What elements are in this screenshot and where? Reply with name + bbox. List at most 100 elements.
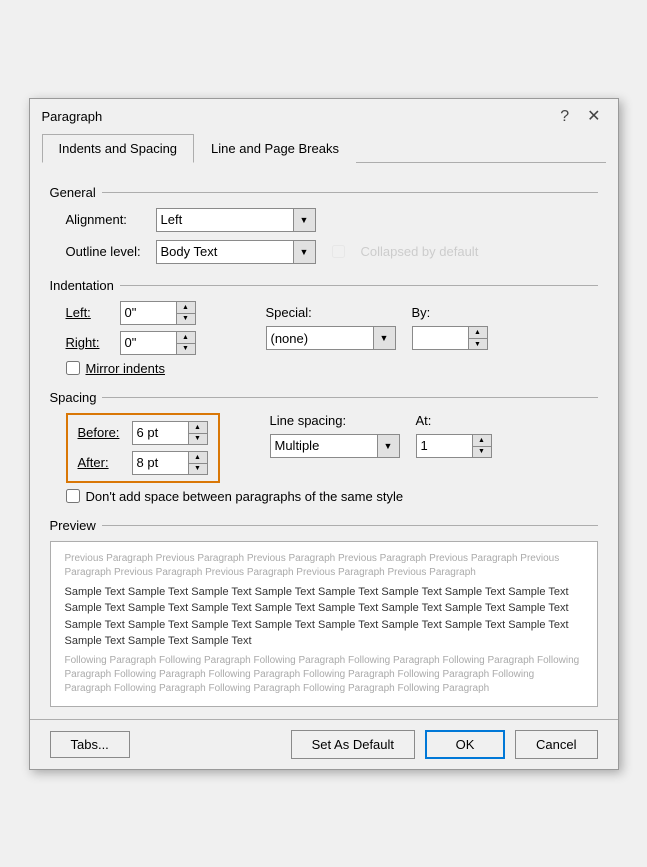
at-up[interactable]: ▲ (473, 435, 491, 446)
outline-label: Outline level: (66, 244, 156, 259)
after-label: After: (78, 455, 124, 470)
dont-add-space-row: Don't add space between paragraphs of th… (50, 489, 598, 504)
before-row: Before: 6 pt ▲ ▼ (78, 421, 208, 445)
preview-section-header: Preview (50, 518, 598, 533)
indent-right-label: Right: (66, 335, 112, 350)
tab-indents-spacing[interactable]: Indents and Spacing (42, 134, 195, 163)
indentation-section-header: Indentation (50, 278, 598, 293)
title-bar-controls: ? ✕ (555, 107, 605, 127)
preview-box: Previous Paragraph Previous Paragraph Pr… (50, 541, 598, 707)
after-input[interactable]: 8 pt (133, 452, 188, 474)
at-spin[interactable]: 1 ▲ ▼ (416, 434, 492, 458)
before-after-group: Before: 6 pt ▲ ▼ After: (66, 413, 220, 483)
mirror-indents-row: Mirror indents (50, 361, 598, 376)
line-spacing-group: Line spacing: Multiple ▼ At: 1 (270, 413, 492, 458)
before-after-fields: Before: 6 pt ▲ ▼ After: (78, 421, 208, 475)
outline-chevron-icon: ▼ (293, 241, 315, 263)
before-input[interactable]: 6 pt (133, 422, 188, 444)
line-spacing-dropdown[interactable]: Multiple ▼ (270, 434, 400, 458)
title-bar: Paragraph ? ✕ (30, 99, 618, 133)
by-label: By: (412, 305, 488, 320)
alignment-label: Alignment: (66, 212, 156, 227)
outline-level-row: Outline level: Body Text ▼ Collapsed by … (50, 240, 598, 264)
collapsed-label: Collapsed by default (361, 244, 479, 259)
line-spacing-col: Line spacing: Multiple ▼ (270, 413, 400, 458)
after-spin[interactable]: 8 pt ▲ ▼ (132, 451, 208, 475)
after-spinbtns: ▲ ▼ (188, 452, 207, 474)
by-up[interactable]: ▲ (469, 327, 487, 338)
collapsed-checkbox[interactable] (332, 245, 345, 258)
dont-add-space-checkbox[interactable] (66, 489, 80, 503)
outline-select[interactable]: Body Text (157, 241, 295, 263)
by-spinbtns: ▲ ▼ (468, 327, 487, 349)
spacing-section-header: Spacing (50, 390, 598, 405)
special-chevron-icon: ▼ (373, 327, 395, 349)
special-dropdown[interactable]: (none) ▼ (266, 326, 396, 350)
indent-right-input[interactable]: 0" (121, 332, 176, 354)
ok-button[interactable]: OK (425, 730, 505, 759)
indent-right-up[interactable]: ▲ (177, 332, 195, 343)
indent-left-up[interactable]: ▲ (177, 302, 195, 313)
indent-left-spin[interactable]: 0" ▲ ▼ (120, 301, 196, 325)
indent-right-spin[interactable]: 0" ▲ ▼ (120, 331, 196, 355)
indent-left-right-row: Left: 0" ▲ ▼ Right: (50, 301, 598, 355)
preview-following-text: Following Paragraph Following Paragraph … (65, 654, 583, 696)
tabs-button[interactable]: Tabs... (50, 731, 130, 758)
indent-right-down[interactable]: ▼ (177, 343, 195, 354)
preview-previous-text: Previous Paragraph Previous Paragraph Pr… (65, 552, 583, 580)
dialog-content: General Alignment: Left ▼ Outline level: (30, 163, 618, 719)
at-down[interactable]: ▼ (473, 446, 491, 457)
by-col: By: ▲ ▼ (412, 305, 488, 350)
at-spinbtns: ▲ ▼ (472, 435, 491, 457)
by-spin[interactable]: ▲ ▼ (412, 326, 488, 350)
bottom-bar: Tabs... Set As Default OK Cancel (30, 719, 618, 769)
after-up[interactable]: ▲ (189, 452, 207, 463)
line-spacing-chevron-icon: ▼ (377, 435, 399, 457)
general-section-header: General (50, 185, 598, 200)
line-spacing-select[interactable]: Multiple (271, 435, 379, 457)
alignment-dropdown[interactable]: Left ▼ (156, 208, 316, 232)
help-button[interactable]: ? (555, 107, 574, 127)
indent-left-spinbtns: ▲ ▼ (176, 302, 195, 324)
mirror-indents-label[interactable]: Mirror indents (86, 361, 165, 376)
before-up[interactable]: ▲ (189, 422, 207, 433)
by-input[interactable] (413, 327, 468, 349)
set-default-button[interactable]: Set As Default (291, 730, 415, 759)
at-input[interactable]: 1 (417, 435, 472, 457)
indent-right-row: Right: 0" ▲ ▼ (66, 331, 196, 355)
dont-add-space-label[interactable]: Don't add space between paragraphs of th… (86, 489, 404, 504)
at-col: At: 1 ▲ ▼ (416, 413, 492, 458)
indent-left-down[interactable]: ▼ (177, 313, 195, 324)
indent-left-input[interactable]: 0" (121, 302, 176, 324)
tab-bar: Indents and Spacing Line and Page Breaks (42, 133, 606, 163)
indent-left-row: Left: 0" ▲ ▼ (66, 301, 196, 325)
spacing-main-row: Before: 6 pt ▲ ▼ After: (50, 413, 598, 483)
paragraph-dialog: Paragraph ? ✕ Indents and Spacing Line a… (29, 98, 619, 770)
line-spacing-label: Line spacing: (270, 413, 400, 428)
special-select[interactable]: (none) (267, 327, 375, 349)
special-by-group: Special: (none) ▼ By: ▲ (266, 301, 488, 355)
after-row: After: 8 pt ▲ ▼ (78, 451, 208, 475)
tab-line-page-breaks[interactable]: Line and Page Breaks (194, 134, 356, 163)
indent-left-right-group: Left: 0" ▲ ▼ Right: (66, 301, 196, 355)
preview-sample-text: Sample Text Sample Text Sample Text Samp… (65, 584, 583, 650)
dialog-title: Paragraph (42, 109, 103, 124)
indent-left-label: Left: (66, 305, 112, 320)
indent-right-spinbtns: ▲ ▼ (176, 332, 195, 354)
special-label: Special: (266, 305, 396, 320)
by-down[interactable]: ▼ (469, 338, 487, 349)
close-button[interactable]: ✕ (582, 107, 605, 127)
special-col: Special: (none) ▼ (266, 305, 396, 350)
collapsed-checkbox-row: Collapsed by default (332, 244, 479, 259)
alignment-chevron-icon: ▼ (293, 209, 315, 231)
alignment-select[interactable]: Left (157, 209, 295, 231)
alignment-row: Alignment: Left ▼ (50, 208, 598, 232)
outline-dropdown[interactable]: Body Text ▼ (156, 240, 316, 264)
mirror-indents-checkbox[interactable] (66, 361, 80, 375)
before-spinbtns: ▲ ▼ (188, 422, 207, 444)
bottom-right-buttons: Set As Default OK Cancel (291, 730, 598, 759)
before-down[interactable]: ▼ (189, 433, 207, 444)
cancel-button[interactable]: Cancel (515, 730, 597, 759)
after-down[interactable]: ▼ (189, 463, 207, 474)
before-spin[interactable]: 6 pt ▲ ▼ (132, 421, 208, 445)
